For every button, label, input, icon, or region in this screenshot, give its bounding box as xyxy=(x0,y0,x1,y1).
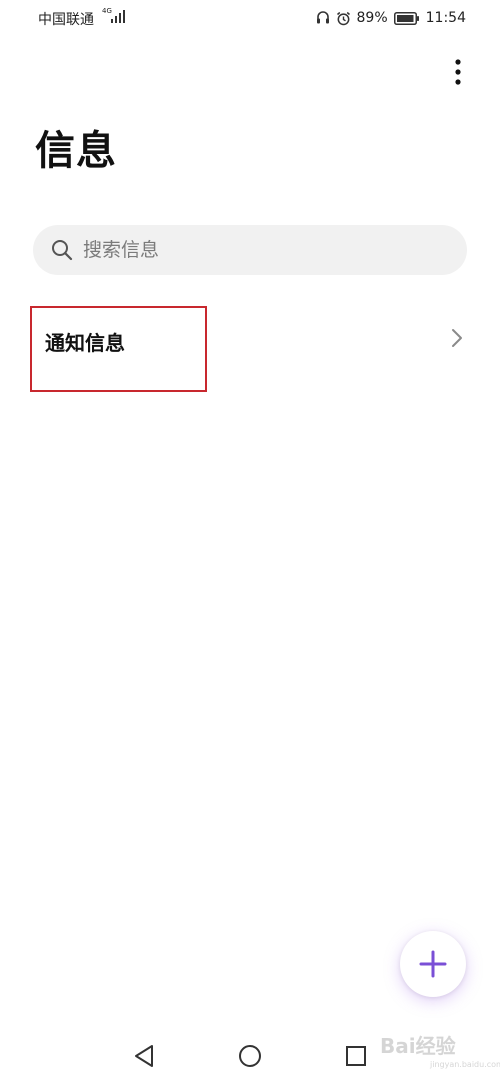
plus-icon xyxy=(419,950,447,978)
baidu-watermark-logo: Bai经验 jingyan.baidu.com xyxy=(380,1030,500,1072)
recent-apps-icon[interactable] xyxy=(345,1045,367,1067)
back-icon[interactable] xyxy=(133,1044,155,1068)
status-icons: 89% 11:54 xyxy=(316,9,466,27)
signal-icon xyxy=(111,10,125,23)
watermark-subtext: jingyan.baidu.com xyxy=(430,1060,500,1069)
battery-percent: 89% xyxy=(356,10,388,26)
home-icon[interactable] xyxy=(238,1044,262,1068)
new-message-button[interactable] xyxy=(400,931,466,997)
search-input[interactable] xyxy=(83,225,443,275)
battery-icon xyxy=(393,11,419,25)
page-title: 信息 xyxy=(35,128,117,174)
status-time: 11:54 xyxy=(425,10,466,26)
more-vertical-icon[interactable] xyxy=(446,58,470,88)
carrier-label: 中国联通 xyxy=(38,12,94,28)
search-icon xyxy=(52,240,73,261)
chevron-right-icon xyxy=(452,329,462,347)
list-item-label: 通知信息 xyxy=(45,331,125,355)
alarm-icon xyxy=(336,11,350,25)
headset-icon xyxy=(316,11,329,24)
watermark-text: Bai经验 xyxy=(380,1034,456,1058)
list-item-notification-messages[interactable]: 通知信息 xyxy=(30,306,468,392)
status-bar: 中国联通 4G 89% 11:54 xyxy=(0,0,500,36)
search-bar[interactable] xyxy=(33,225,467,275)
